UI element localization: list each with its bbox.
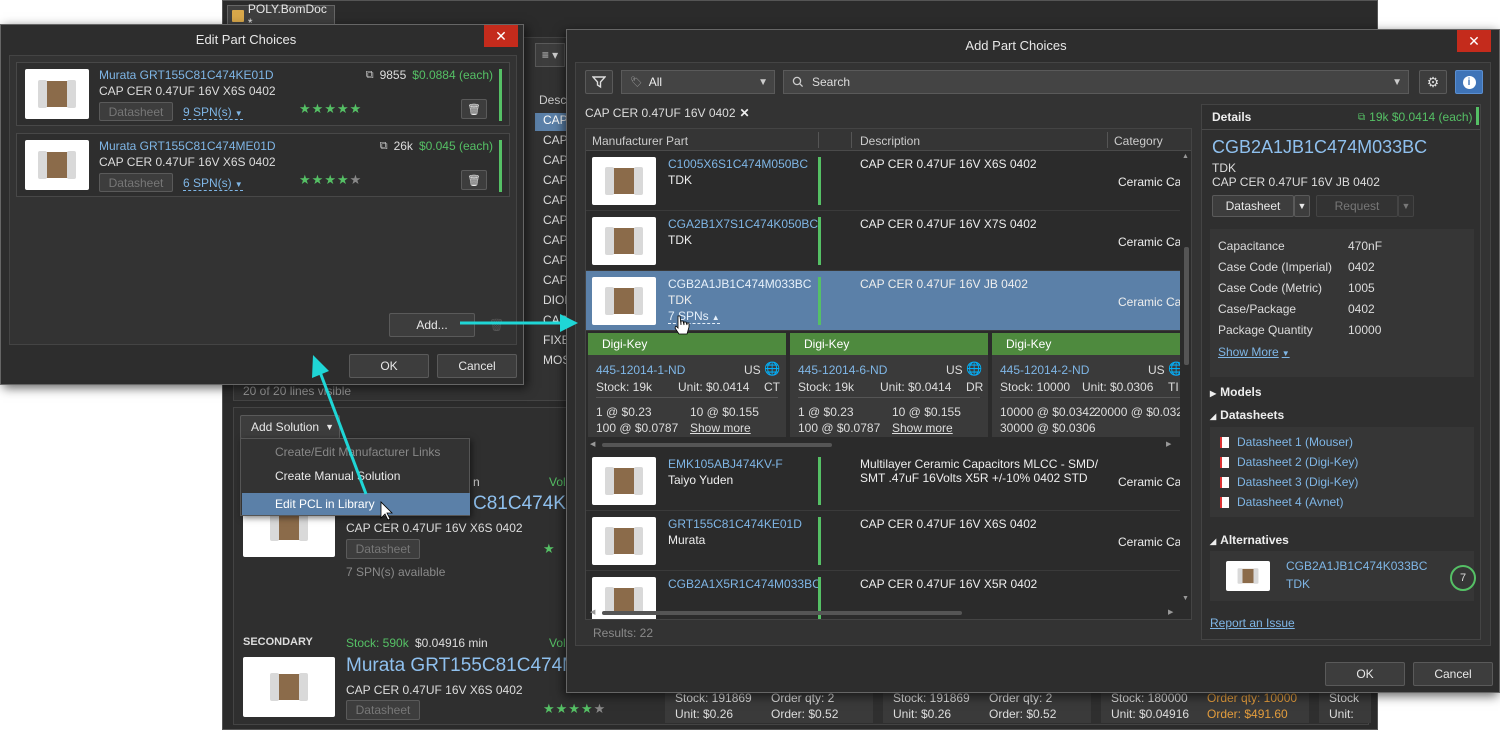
hand-cursor-icon bbox=[674, 315, 690, 335]
annotation-arrows bbox=[312, 314, 690, 521]
arrow-to-add-dialog bbox=[460, 314, 578, 332]
mouse-cursor-icon bbox=[380, 501, 393, 521]
arrow-from-menu bbox=[312, 355, 368, 495]
